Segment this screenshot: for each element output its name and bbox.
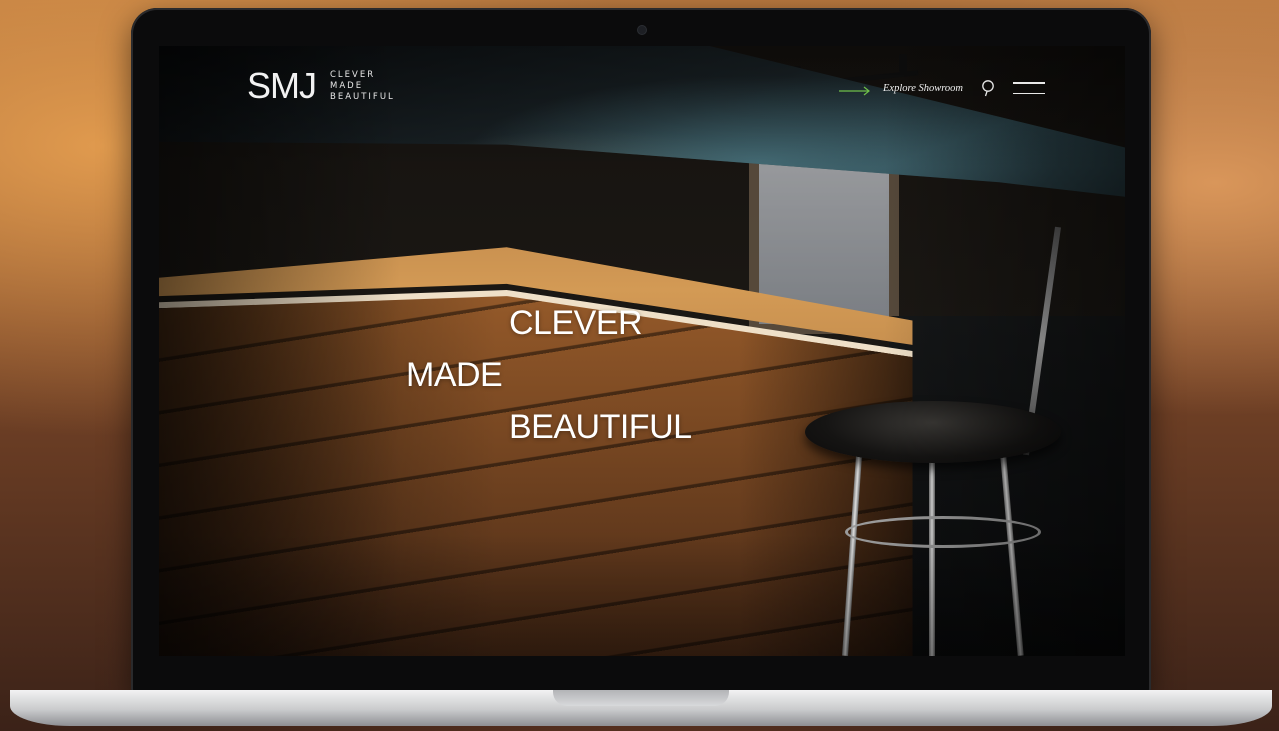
search-icon[interactable]	[981, 79, 997, 97]
laptop-base	[10, 690, 1272, 726]
explore-showroom-link[interactable]: Explore Showroom	[839, 82, 964, 96]
hero-headline-line-2: MADE	[406, 356, 503, 394]
laptop-base-notch	[553, 690, 729, 706]
hero-background-image	[159, 46, 1125, 656]
webcam	[638, 26, 646, 34]
hamburger-menu-icon[interactable]	[1013, 82, 1046, 94]
menu-bar	[1013, 92, 1046, 94]
logo-monogram: SMJ	[247, 65, 317, 106]
browser-viewport: SMJ CLEVER MADE BEAUTIFUL Explore Showro	[159, 46, 1125, 656]
logo-tagline: CLEVER MADE BEAUTIFUL	[330, 70, 395, 103]
logo-word: BEAUTIFUL	[330, 91, 395, 102]
logo-word: MADE	[330, 80, 364, 91]
site-header: SMJ CLEVER MADE BEAUTIFUL Explore Showro	[159, 46, 1125, 126]
hero-headline-line-3: BEAUTIFUL	[509, 408, 692, 446]
scene-vignette	[159, 46, 1125, 656]
hero-headline-line-1: CLEVER	[509, 304, 643, 342]
logo-word: CLEVER	[330, 69, 376, 80]
menu-bar	[1013, 82, 1046, 84]
laptop-frame: SMJ CLEVER MADE BEAUTIFUL Explore Showro	[131, 8, 1151, 693]
arrow-right-icon	[839, 83, 871, 96]
site-logo[interactable]: SMJ CLEVER MADE BEAUTIFUL	[247, 68, 395, 104]
explore-showroom-label: Explore Showroom	[883, 82, 964, 94]
header-nav: Explore Showroom	[839, 76, 1046, 100]
